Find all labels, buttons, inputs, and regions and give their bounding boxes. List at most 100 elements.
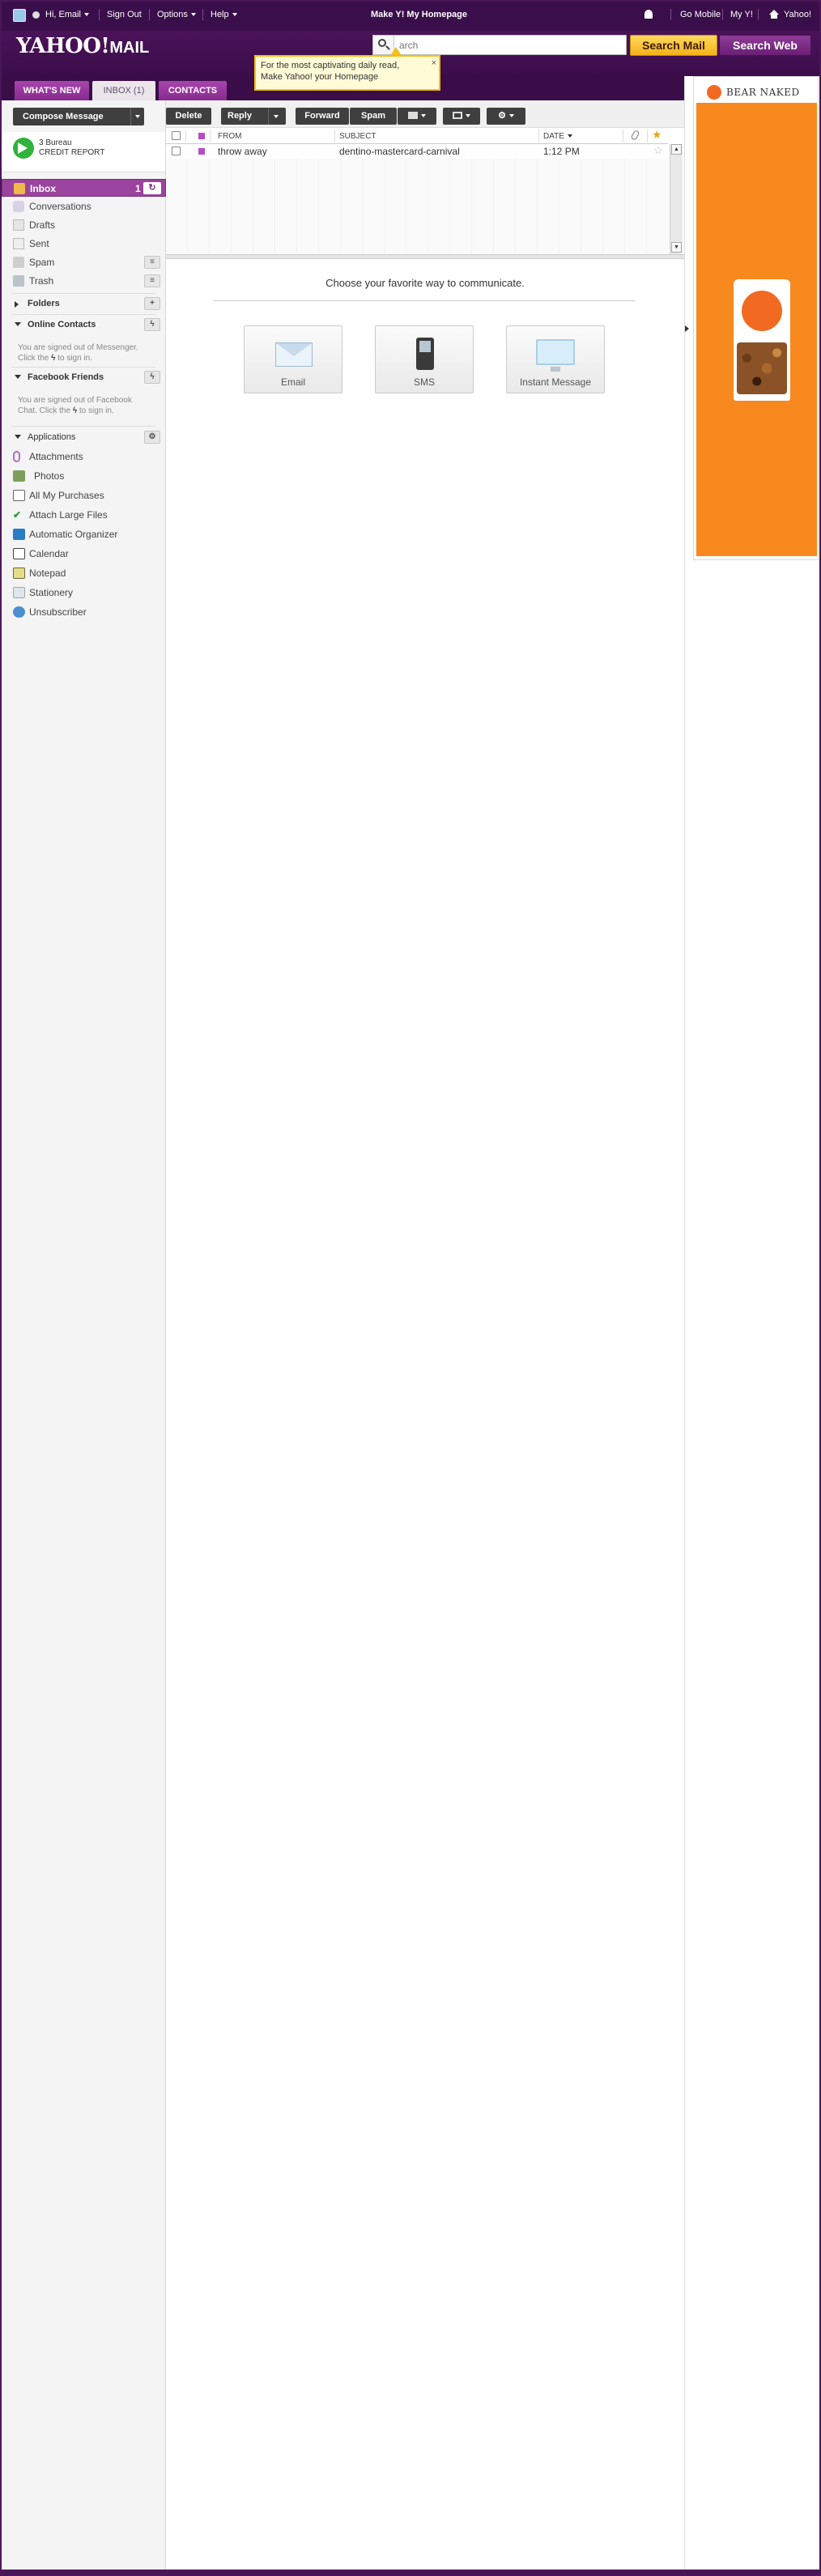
app-notepad[interactable]: Notepad xyxy=(2,563,166,583)
facebook-settings-icon[interactable]: ϟ xyxy=(144,371,160,384)
sign-in-icon[interactable]: ϟ xyxy=(51,354,55,363)
profile-icon[interactable] xyxy=(13,9,26,22)
chevron-down-icon xyxy=(15,375,21,379)
go-mobile-link[interactable]: Go Mobile xyxy=(680,10,721,19)
help-menu[interactable]: Help xyxy=(211,10,237,19)
top-bar: Hi, Email Sign Out Options Help Make Y! … xyxy=(2,2,819,31)
sidebar-item-trash[interactable]: Trash ≡ xyxy=(2,272,166,290)
greeting-menu[interactable]: Hi, Email xyxy=(45,10,90,19)
search-web-button[interactable]: Search Web xyxy=(719,35,811,56)
actions-button[interactable] xyxy=(443,108,480,125)
sidebar-item-label: Drafts xyxy=(29,219,56,231)
sidebar-item-inbox[interactable]: Inbox 1 ↻ xyxy=(2,179,166,197)
app-label: Attachments xyxy=(29,451,83,462)
chevron-down-icon[interactable] xyxy=(130,108,144,125)
credit-report-promo[interactable]: 3 Bureau CREDIT REPORT xyxy=(2,132,165,172)
app-label: All My Purchases xyxy=(29,490,104,501)
messenger-settings-icon[interactable]: ϟ xyxy=(144,318,160,331)
my-y-link[interactable]: My Y! xyxy=(730,10,753,19)
app-label: Stationery xyxy=(29,587,74,598)
divider xyxy=(11,367,155,368)
search-mail-button[interactable]: Search Mail xyxy=(630,35,717,56)
yahoo-mail-logo[interactable]: YAHOO!MAIL xyxy=(16,34,149,58)
spam-icon xyxy=(13,257,24,268)
tab-inbox[interactable]: INBOX (1) xyxy=(92,81,155,100)
folders-section-header[interactable]: Folders + xyxy=(2,295,166,312)
sidebar-item-drafts[interactable]: Drafts xyxy=(2,216,166,234)
ad-banner[interactable] xyxy=(696,103,817,556)
sms-option-button[interactable]: SMS xyxy=(375,325,474,393)
search-input[interactable] xyxy=(372,35,627,55)
email-option-label: Email xyxy=(280,376,305,388)
chevron-down-icon[interactable] xyxy=(274,115,279,118)
app-photos[interactable]: Photos xyxy=(2,466,166,486)
add-folder-icon[interactable]: + xyxy=(144,297,160,310)
status-icon[interactable] xyxy=(32,11,40,19)
app-unsubscriber[interactable]: Unsubscriber xyxy=(2,602,166,622)
sign-in-icon[interactable]: ϟ xyxy=(73,406,77,415)
fb-note-line-2: Chat. Click the ϟ to sign in. xyxy=(18,406,155,416)
sidebar: Compose Message 3 Bureau CREDIT REPORT I… xyxy=(2,100,166,2574)
bell-icon[interactable] xyxy=(644,10,653,19)
app-automatic-organizer[interactable]: Automatic Organizer xyxy=(2,525,166,544)
column-header-subject[interactable]: SUBJECT xyxy=(339,132,376,141)
tab-contacts[interactable]: CONTACTS xyxy=(159,81,227,100)
forward-button[interactable]: Forward xyxy=(296,108,349,125)
app-label: Attach Large Files xyxy=(29,509,108,521)
paperclip-icon[interactable] xyxy=(630,130,640,141)
refresh-icon[interactable]: ↻ xyxy=(143,182,161,194)
collapse-ad-icon[interactable] xyxy=(685,325,689,332)
spam-button[interactable]: Spam xyxy=(350,108,397,125)
app-attach-large-files[interactable]: ✔ Attach Large Files xyxy=(2,505,166,525)
options-menu[interactable]: Options xyxy=(157,10,196,19)
empty-spam-icon[interactable]: ≡ xyxy=(144,256,160,269)
select-all-checkbox[interactable] xyxy=(172,131,181,140)
compose-button[interactable]: Compose Message xyxy=(13,108,144,125)
empty-trash-icon[interactable]: ≡ xyxy=(144,274,160,287)
message-row[interactable]: throw away dentino-mastercard-carnival 1… xyxy=(166,144,668,159)
sidebar-item-sent[interactable]: Sent xyxy=(2,235,166,253)
app-stationery[interactable]: Stationery xyxy=(2,583,166,602)
scroll-up-icon[interactable]: ▲ xyxy=(671,144,682,155)
status-marker-icon xyxy=(198,133,205,139)
yahoo-home-link[interactable]: Yahoo! xyxy=(784,10,811,19)
column-header-from[interactable]: FROM xyxy=(218,132,241,141)
tooltip-line-1: For the most captivating daily read, xyxy=(261,61,400,70)
column-header-date[interactable]: DATE xyxy=(543,132,572,141)
divider xyxy=(202,9,203,20)
app-all-my-purchases[interactable]: All My Purchases xyxy=(2,486,166,505)
online-contacts-section-header[interactable]: Online Contacts ϟ xyxy=(2,317,166,333)
sidebar-item-spam[interactable]: Spam ≡ xyxy=(2,253,166,271)
homepage-promo-link[interactable]: Make Y! My Homepage xyxy=(371,10,467,19)
gear-icon[interactable]: ⚙ xyxy=(144,431,160,444)
right-ad-column: BEAR NAKED xyxy=(684,76,819,2574)
sign-out-link[interactable]: Sign Out xyxy=(107,10,142,19)
pane-resize-handle[interactable] xyxy=(166,254,684,259)
gear-icon: ⚙ xyxy=(498,111,506,121)
divider xyxy=(185,130,186,142)
applications-section-header[interactable]: Applications ⚙ xyxy=(2,429,166,445)
app-attachments[interactable]: Attachments xyxy=(2,447,166,466)
granola-image xyxy=(737,342,787,394)
sidebar-item-conversations[interactable]: Conversations xyxy=(2,198,166,215)
advertisement[interactable]: BEAR NAKED xyxy=(693,76,819,560)
facebook-friends-section-header[interactable]: Facebook Friends ϟ xyxy=(2,369,166,385)
message-list-scrollbar[interactable]: ▲ ▼ xyxy=(670,144,683,254)
sidebar-item-label: Spam xyxy=(29,257,55,268)
app-label: Photos xyxy=(34,470,65,482)
scroll-down-icon[interactable]: ▼ xyxy=(671,242,682,253)
tab-whats-new[interactable]: WHAT'S NEW xyxy=(15,81,89,100)
star-icon[interactable]: ★ xyxy=(652,128,662,142)
close-icon[interactable]: × xyxy=(432,57,436,69)
instant-message-option-button[interactable]: Instant Message xyxy=(506,325,605,393)
main-content: Delete Reply Forward Spam ⚙ FROM SUBJECT… xyxy=(166,100,684,2574)
app-calendar[interactable]: Calendar xyxy=(2,544,166,563)
message-checkbox[interactable] xyxy=(172,147,181,155)
move-button[interactable] xyxy=(398,108,436,125)
star-outline-icon[interactable]: ☆ xyxy=(653,144,663,157)
organizer-icon xyxy=(13,529,25,540)
settings-button[interactable]: ⚙ xyxy=(487,108,525,125)
logo-sub-text: MAIL xyxy=(109,39,150,57)
delete-button[interactable]: Delete xyxy=(166,108,211,125)
email-option-button[interactable]: Email xyxy=(244,325,342,393)
